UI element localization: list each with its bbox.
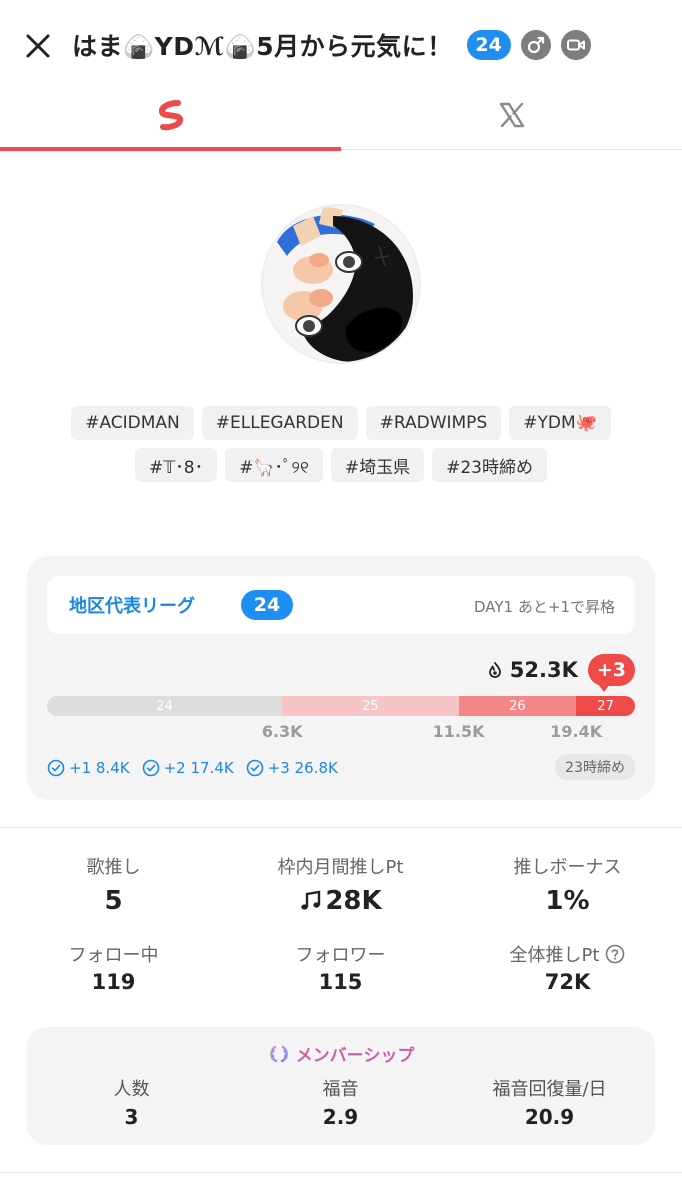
bonus-list: +1 8.4K +2 17.4K +3 26.8K (47, 756, 338, 780)
rank-progress-bar: 24 25 26 27 (47, 696, 635, 716)
avatar[interactable] (261, 204, 421, 364)
bonus-item: +1 8.4K (47, 759, 130, 777)
divider (0, 1172, 682, 1173)
member-label: 人数 (113, 1079, 150, 1100)
close-icon (26, 34, 50, 58)
profile-sheet: はま🍙YDℳ🍙5月から元気に！ 24 #ACIDMAN #ELLEGARDEN … (0, 0, 682, 1200)
hashtag-row-1: #ACIDMAN #ELLEGARDEN #RADWIMPS #YDM🐙 (71, 406, 611, 440)
help-icon[interactable] (605, 944, 625, 964)
hashtag-chip[interactable]: #23時締め (432, 448, 547, 482)
stat-label: 枠内月間推しPt (277, 857, 404, 878)
stat-followers[interactable]: フォロワー 115 (227, 940, 454, 1028)
stat-label-wrap: 全体推しPt (454, 940, 681, 968)
x-logo-icon (499, 102, 524, 128)
member-value: 2.9 (322, 1105, 359, 1129)
page-title: はま🍙YDℳ🍙5月から元気に！ (72, 32, 453, 61)
member-value: 20.9 (524, 1105, 575, 1129)
stats-row-1: 歌推し 5 枠内月間推しPt 28K 推しボーナス 1% (0, 852, 682, 940)
hashtag-chip[interactable]: #🦙･ﾟ୨୧ (225, 448, 323, 482)
rank-segment: 25 (282, 696, 459, 716)
video-camera-icon[interactable] (560, 30, 591, 60)
league-name: 地区代表リーグ (69, 596, 195, 617)
stat-value: 28K (325, 886, 382, 916)
male-icon (520, 30, 551, 60)
stats-row-2: フォロー中 119 フォロワー 115 全体推しPt 72K (0, 940, 682, 1028)
membership-card[interactable]: メンバーシップ 人数 3 福音 2.9 福音回復量/日 20.9 (27, 1027, 655, 1145)
bonus-text: +2 17.4K (163, 759, 234, 777)
stat-value: 1% (545, 886, 590, 916)
music-note-icon (301, 890, 321, 910)
membership-title-text: メンバーシップ (295, 1046, 415, 1066)
member-label: 福音回復量/日 (492, 1079, 607, 1100)
check-circle-icon (142, 759, 159, 777)
stat-monthly-pt[interactable]: 枠内月間推しPt 28K (227, 852, 454, 940)
membership-recovery: 福音回復量/日 20.9 (445, 1075, 654, 1129)
points-value: 52.3K (509, 658, 578, 682)
hashtag-row-2: #𝕋･8･ #🦙･ﾟ୨୧ #埼玉県 #23時締め (135, 448, 547, 482)
rank-delta-bubble: +3 (587, 654, 635, 692)
avatar-illustration (263, 206, 419, 362)
stat-following[interactable]: フォロー中 119 (0, 940, 227, 1028)
league-header-button[interactable]: 地区代表リーグ 24 DAY1 あと+1で昇格 (47, 576, 635, 634)
membership-fukuon: 福音 2.9 (236, 1075, 445, 1129)
stat-label: フォロー中 (68, 945, 159, 966)
stat-value: 72K (544, 970, 591, 994)
hashtag-chip[interactable]: #YDM🐙 (509, 406, 611, 440)
membership-members: 人数 3 (27, 1075, 236, 1129)
hashtag-chip[interactable]: #𝕋･8･ (135, 448, 218, 482)
header: はま🍙YDℳ🍙5月から元気に！ 24 (0, 0, 682, 90)
league-points: 52.3K +3 (486, 652, 635, 692)
threshold-label: 11.5K (432, 722, 485, 741)
hashtag-chip[interactable]: #RADWIMPS (365, 406, 502, 440)
stat-push-bonus[interactable]: 推しボーナス 1% (454, 852, 681, 940)
close-button[interactable] (22, 30, 54, 62)
stand-fm-logo-icon (158, 100, 183, 131)
tab-bar (0, 80, 682, 151)
league-card: 地区代表リーグ 24 DAY1 あと+1で昇格 52.3K +3 24 25 26 2… (27, 556, 655, 800)
stat-value-wrap: 28K (227, 886, 454, 916)
rank-segment: 26 (458, 696, 577, 716)
bonus-item: +2 17.4K (142, 759, 234, 777)
stat-label: 全体推しPt (509, 945, 600, 966)
stat-label: フォロワー (295, 945, 386, 966)
check-circle-icon (246, 759, 264, 777)
flame-icon (488, 662, 501, 678)
hashtag-chip[interactable]: #ACIDMAN (71, 406, 194, 440)
stat-value: 5 (104, 886, 123, 916)
league-rank-badge: 24 (241, 590, 293, 620)
member-label: 福音 (322, 1079, 359, 1100)
deadline-chip: 23時締め (555, 754, 635, 780)
bonus-item: +3 26.8K (246, 759, 338, 777)
bonus-text: +1 8.4K (69, 759, 130, 777)
laurel-icon (269, 1045, 288, 1062)
membership-title: メンバーシップ (27, 1041, 655, 1066)
divider (0, 827, 682, 828)
tab-stand-fm[interactable] (0, 80, 341, 151)
stat-value: 115 (318, 970, 363, 994)
league-status: DAY1 あと+1で昇格 (474, 598, 615, 616)
hashtag-chip[interactable]: #ELLEGARDEN (201, 406, 358, 440)
stat-label: 歌推し (86, 857, 141, 878)
title-row: はま🍙YDℳ🍙5月から元気に！ 24 (72, 22, 591, 68)
member-value: 3 (124, 1105, 139, 1129)
stat-total-pt[interactable]: 全体推しPt 72K (454, 940, 681, 1028)
threshold-label: 6.3K (261, 722, 303, 741)
stat-song-push[interactable]: 歌推し 5 (0, 852, 227, 940)
stat-label: 推しボーナス (513, 857, 622, 878)
check-circle-icon (47, 759, 65, 777)
hashtag-list: #ACIDMAN #ELLEGARDEN #RADWIMPS #YDM🐙 #𝕋･… (40, 406, 642, 482)
league-rank-badge[interactable]: 24 (466, 30, 511, 60)
threshold-label: 19.4K (550, 722, 603, 741)
bonus-text: +3 26.8K (267, 759, 338, 777)
hashtag-chip[interactable]: #埼玉県 (330, 448, 425, 482)
membership-stats: 人数 3 福音 2.9 福音回復量/日 20.9 (27, 1075, 655, 1129)
stat-value: 119 (91, 970, 136, 994)
rank-segment: 24 (47, 696, 283, 716)
stats-grid: 歌推し 5 枠内月間推しPt 28K 推しボーナス 1% フォロー中 119 フ… (0, 852, 682, 1028)
rank-thresholds: 6.3K 11.5K 19.4K (47, 722, 635, 744)
rank-segment: 27 (576, 696, 635, 716)
tab-x[interactable] (341, 80, 682, 150)
